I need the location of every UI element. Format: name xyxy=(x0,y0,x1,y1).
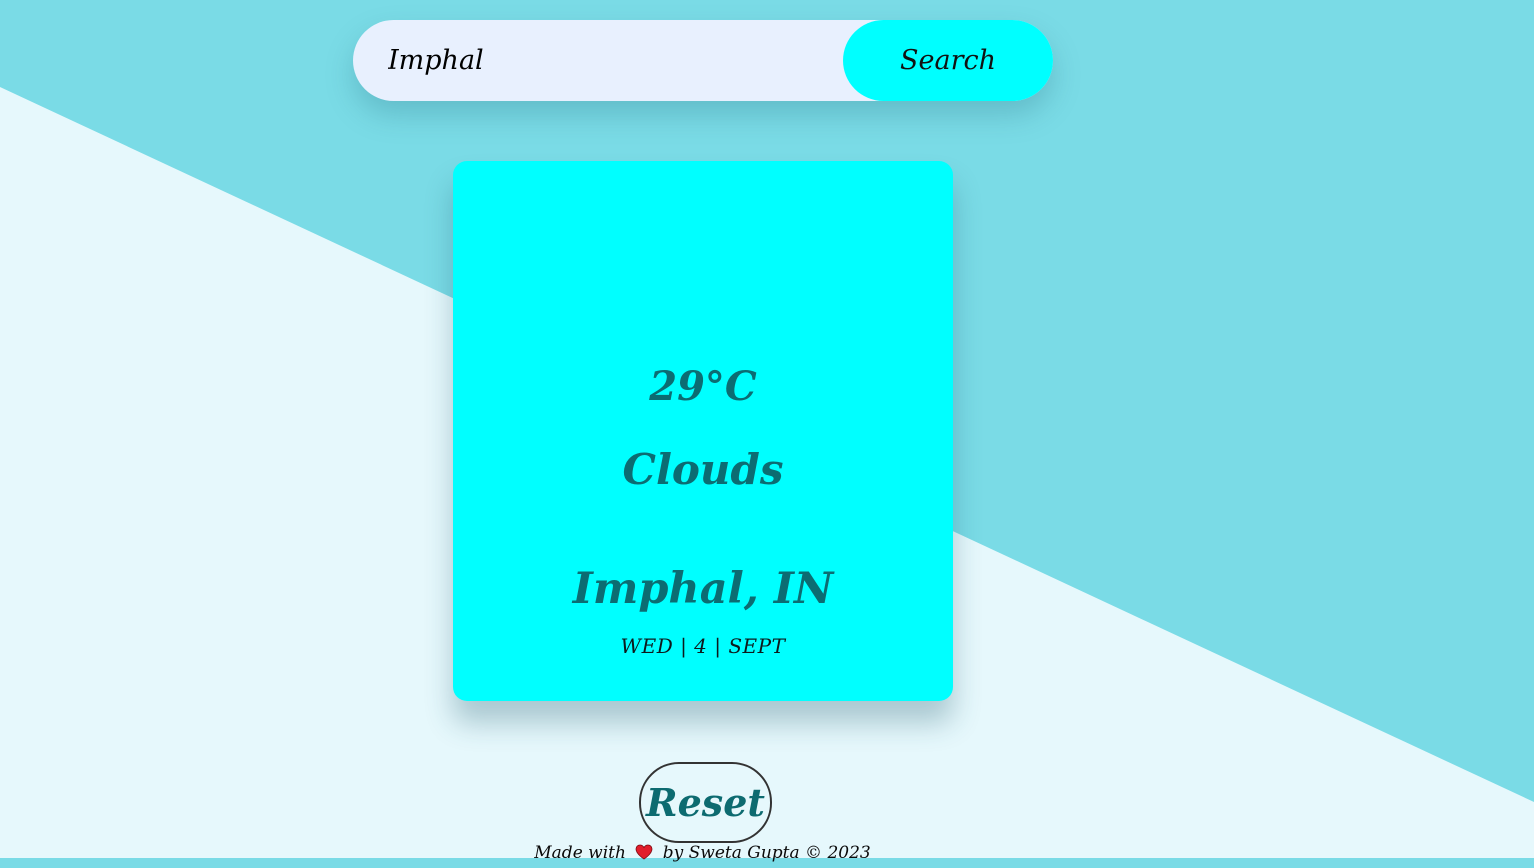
footer-credit: by Sweta Gupta © 2023 xyxy=(662,843,871,863)
footer-prefix: Made with xyxy=(534,843,626,863)
heart-icon xyxy=(635,843,653,863)
reset-button[interactable]: Reset xyxy=(639,762,772,843)
search-bar: Search xyxy=(353,20,1053,101)
search-button[interactable]: Search xyxy=(843,20,1053,101)
temperature: 29°C xyxy=(649,363,757,410)
date: WED | 4 | SEPT xyxy=(620,634,786,658)
location: Imphal, IN xyxy=(572,564,834,614)
search-input[interactable] xyxy=(353,20,843,101)
weather-condition: Clouds xyxy=(622,445,784,494)
weather-card: 29°C Clouds Imphal, IN WED | 4 | SEPT xyxy=(453,161,953,701)
footer: Made with by Sweta Gupta © 2023 xyxy=(0,843,1405,863)
